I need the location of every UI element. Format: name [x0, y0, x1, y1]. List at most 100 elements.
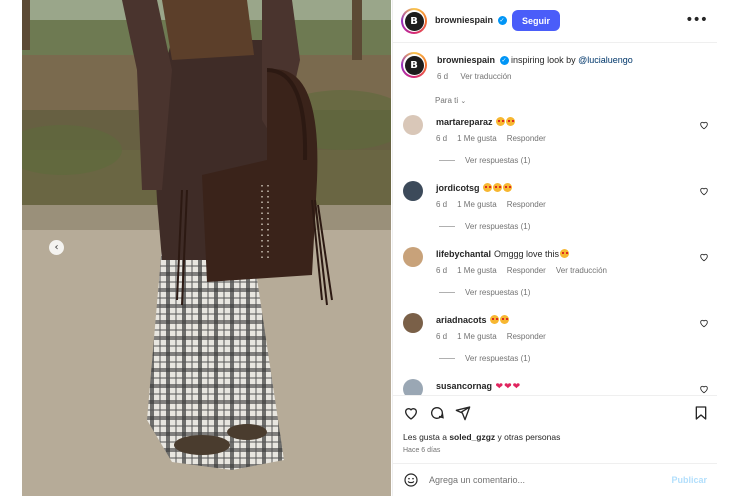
comment-body: susancornag ❤❤❤	[436, 381, 696, 392]
caption-translate[interactable]: Ver traducción	[460, 72, 511, 81]
photo-illustration	[22, 0, 391, 496]
heart-eyes-icon	[490, 315, 500, 324]
post-header: B browniespain ✓ • Seguir •••	[393, 0, 717, 43]
heart-eyes-icon	[500, 315, 510, 324]
heart-eyes-icon	[560, 249, 570, 258]
comment-text: Omggg love this	[494, 249, 560, 259]
reply-button[interactable]: Responder	[507, 266, 546, 275]
red-heart-icon: ❤	[495, 382, 504, 392]
comment-avatar[interactable]	[403, 247, 423, 267]
view-replies-label: Ver respuestas (1)	[465, 156, 531, 165]
comment-meta: 6 d 1 Me gusta Responder	[436, 200, 556, 209]
heart-eyes-icon	[483, 183, 493, 192]
post-actions: Les gusta a soled_gzgz y otras personas …	[393, 395, 717, 457]
comment-item: jordicotsg 6 d 1 Me gusta Responder Ver res…	[393, 174, 717, 240]
reply-button[interactable]: Responder	[507, 332, 546, 341]
view-replies-button[interactable]: Ver respuestas (1)	[439, 288, 530, 297]
comment-avatar[interactable]	[403, 313, 423, 333]
comment-item: susancornag ❤❤❤	[393, 372, 717, 395]
heart-eyes-icon	[496, 117, 506, 126]
comment-meta: 6 d 1 Me gusta Responder	[436, 134, 556, 143]
reply-button[interactable]: Responder	[507, 134, 546, 143]
post-date: Hace 6 días	[403, 447, 441, 454]
comment-username[interactable]: jordicotsg	[436, 183, 480, 193]
comment-likes[interactable]: 1 Me gusta	[457, 134, 497, 143]
post-side-panel: B browniespain ✓ • Seguir ••• B brownies…	[392, 0, 717, 496]
likes-summary: Les gusta a soled_gzgz y otras personas	[403, 432, 560, 442]
follow-button[interactable]: Seguir	[512, 10, 560, 31]
sort-dropdown[interactable]: Para ti ⌄	[435, 96, 466, 105]
comment-body: lifebychantal Omggg love this	[436, 249, 696, 259]
heart-eyes-icon	[493, 183, 503, 192]
comment-username[interactable]: susancornag	[436, 381, 492, 391]
comment-like-icon[interactable]	[699, 384, 709, 394]
red-heart-icon: ❤	[504, 382, 512, 392]
likes-prefix: Les gusta a	[403, 432, 447, 442]
heart-eyes-icon	[506, 117, 516, 126]
view-replies-button[interactable]: Ver respuestas (1)	[439, 354, 530, 363]
view-replies-button[interactable]: Ver respuestas (1)	[439, 156, 530, 165]
comment-username[interactable]: lifebychantal	[436, 249, 491, 259]
share-icon[interactable]	[455, 405, 471, 421]
more-horizontal-icon[interactable]: •••	[685, 12, 708, 28]
comment-item: lifebychantal Omggg love this 6 d 1 Me gust…	[393, 240, 717, 306]
view-replies-label: Ver respuestas (1)	[465, 222, 531, 231]
likes-user[interactable]: soled_gzgz	[449, 432, 495, 442]
view-replies-label: Ver respuestas (1)	[465, 288, 531, 297]
comment-like-icon[interactable]	[699, 120, 709, 130]
comment-likes[interactable]: 1 Me gusta	[457, 266, 497, 275]
bookmark-icon[interactable]	[693, 405, 709, 421]
comment-body: martareparaz	[436, 117, 696, 127]
comment-meta: 6 d 1 Me gusta Responder Ver traducción	[436, 266, 617, 275]
verified-icon: ✓	[499, 56, 509, 66]
comment-item: martareparaz 6 d 1 Me gusta Responder Ver r…	[393, 108, 717, 174]
comment-age: 6 d	[436, 266, 448, 275]
comment-item: ariadnacots 6 d 1 Me gusta Responder Ver re…	[393, 306, 717, 372]
verified-icon: ✓	[497, 16, 507, 26]
comment-avatar[interactable]	[403, 181, 423, 201]
caption-mention[interactable]: @lucialuengo	[578, 55, 633, 65]
replies-divider	[439, 160, 455, 161]
comment-likes[interactable]: 1 Me gusta	[457, 332, 497, 341]
comment-avatar[interactable]	[403, 115, 423, 135]
view-replies-label: Ver respuestas (1)	[465, 354, 531, 363]
post-photo[interactable]: ‹	[22, 0, 391, 496]
comment-avatar[interactable]	[403, 379, 423, 395]
account-avatar[interactable]: B	[401, 8, 427, 34]
comment-age: 6 d	[436, 332, 448, 341]
emoji-icon[interactable]	[403, 472, 419, 488]
comment-likes[interactable]: 1 Me gusta	[457, 200, 497, 209]
comment-icon[interactable]	[429, 405, 445, 421]
comment-username[interactable]: ariadnacots	[436, 315, 487, 325]
comment-meta: 6 d 1 Me gusta Responder	[436, 332, 556, 341]
account-username[interactable]: browniespain	[435, 15, 493, 25]
previous-photo-button[interactable]: ‹	[49, 240, 64, 255]
caption-text: inspiring look by	[511, 55, 576, 65]
chevron-down-icon: ⌄	[460, 97, 467, 105]
comment-like-icon[interactable]	[699, 186, 709, 196]
caption-username[interactable]: browniespain	[437, 55, 495, 65]
comment-body: ariadnacots	[436, 315, 696, 325]
comment-body: jordicotsg	[436, 183, 696, 193]
translate-button[interactable]: Ver traducción	[556, 266, 607, 275]
comment-username[interactable]: martareparaz	[436, 117, 493, 127]
comment-age: 6 d	[436, 200, 448, 209]
comment-like-icon[interactable]	[699, 252, 709, 262]
publish-button[interactable]: Publicar	[671, 475, 707, 485]
heart-icon[interactable]	[403, 405, 419, 421]
replies-divider	[439, 292, 455, 293]
sort-label: Para ti	[435, 96, 459, 105]
caption-avatar[interactable]: B	[401, 52, 427, 78]
comment-list: martareparaz 6 d 1 Me gusta Responder Ver r…	[393, 108, 717, 395]
reply-button[interactable]: Responder	[507, 200, 546, 209]
view-replies-button[interactable]: Ver respuestas (1)	[439, 222, 530, 231]
comment-input[interactable]	[429, 472, 659, 488]
replies-divider	[439, 226, 455, 227]
comment-age: 6 d	[436, 134, 448, 143]
add-comment-bar: Publicar	[393, 463, 717, 496]
replies-divider	[439, 358, 455, 359]
comment-like-icon[interactable]	[699, 318, 709, 328]
heart-eyes-icon	[503, 183, 513, 192]
red-heart-icon: ❤	[512, 382, 521, 392]
likes-suffix[interactable]: y otras personas	[498, 432, 561, 442]
